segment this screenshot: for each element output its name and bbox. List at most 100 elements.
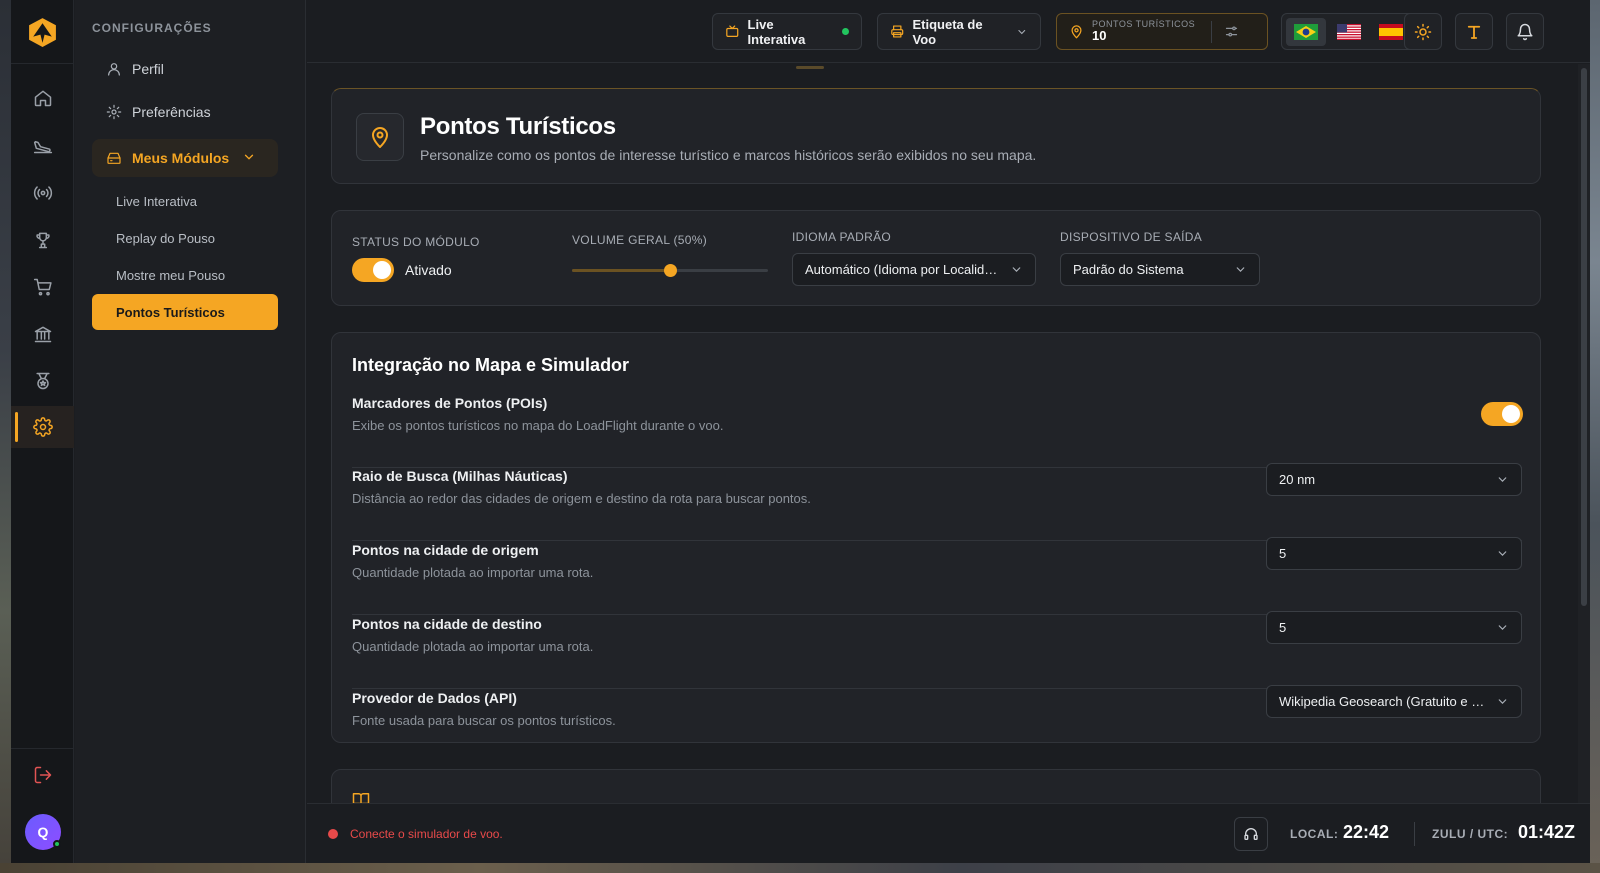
- sidebar-subitem-replay-do-pouso[interactable]: Replay do Pouso: [92, 220, 278, 256]
- etiqueta-de-voo-dropdown[interactable]: Etiqueta de Voo: [877, 13, 1041, 50]
- usa-flag-icon: [1336, 23, 1361, 40]
- flag-pt[interactable]: [1286, 17, 1326, 46]
- destination-count-select[interactable]: 5: [1266, 611, 1522, 644]
- font-size-button[interactable]: [1455, 13, 1493, 50]
- markers-toggle[interactable]: [1481, 402, 1523, 426]
- rail-bank[interactable]: [11, 313, 74, 355]
- poi-divider: [1211, 20, 1213, 43]
- module-status-label: STATUS DO MÓDULO: [352, 235, 480, 249]
- chevron-down-icon: [1236, 267, 1245, 272]
- setting-description: Exibe os pontos turísticos no mapa do Lo…: [352, 418, 724, 433]
- chevron-down-icon: [1498, 699, 1507, 704]
- medal-icon: [35, 372, 50, 390]
- app-logo-icon[interactable]: [26, 16, 59, 49]
- main-content: Pontos Turísticos Personalize como os po…: [307, 64, 1590, 803]
- drag-handle[interactable]: [796, 66, 824, 69]
- page-subtitle: Personalize como os pontos de interesse …: [420, 147, 1037, 163]
- logout-icon: [34, 766, 51, 784]
- radius-select[interactable]: 20 nm: [1266, 463, 1522, 496]
- module-status-toggle[interactable]: [352, 258, 394, 282]
- chevron-down-icon: [1498, 477, 1507, 482]
- sidebar-subitem-label: Live Interativa: [116, 193, 197, 209]
- avatar-initial: Q: [37, 824, 49, 840]
- trophy-icon: [35, 232, 50, 249]
- rail-ranking[interactable]: [11, 219, 74, 261]
- language-select[interactable]: Automático (Idioma por Localidade): [792, 253, 1036, 286]
- setting-row-origin: Pontos na cidade de origem Quantidade pl…: [352, 537, 1522, 615]
- poi-counter: PONTOS TURÍSTICOS 10: [1092, 18, 1196, 43]
- icon-rail: Q: [11, 0, 74, 863]
- live-interativa-button[interactable]: Live Interativa: [712, 13, 862, 50]
- rail-medals[interactable]: [11, 360, 74, 402]
- spain-flag-icon: [1379, 23, 1404, 40]
- origin-count-select[interactable]: 5: [1266, 537, 1522, 570]
- user-icon: [108, 63, 120, 76]
- rail-divider-bottom: [11, 748, 74, 749]
- logout-button[interactable]: [11, 754, 74, 796]
- online-status-dot: [53, 840, 61, 848]
- sidebar-subitem-mostre-meu-pouso[interactable]: Mostre meu Pouso: [92, 257, 278, 293]
- avatar[interactable]: Q: [25, 814, 61, 850]
- sliders-icon[interactable]: [1224, 24, 1239, 39]
- main-scrollbar[interactable]: [1578, 64, 1590, 803]
- rail-store[interactable]: [11, 266, 74, 308]
- local-time-label: LOCAL:: [1290, 827, 1339, 841]
- chevron-down-icon: [1498, 625, 1507, 630]
- rail-live[interactable]: [11, 172, 74, 214]
- setting-row-markers: Marcadores de Pontos (POIs) Exibe os pon…: [352, 395, 1523, 468]
- pontos-turisticos-widget[interactable]: PONTOS TURÍSTICOS 10: [1056, 13, 1268, 50]
- provider-select-value: Wikipedia Geosearch (Gratuito e Ilimitad…: [1279, 694, 1486, 709]
- rail-home[interactable]: [11, 77, 74, 119]
- cart-icon: [33, 278, 52, 296]
- rail-settings[interactable]: [11, 406, 74, 448]
- desktop-edge-left: [0, 0, 11, 873]
- volume-slider[interactable]: [572, 264, 768, 277]
- brazil-flag-icon: [1293, 23, 1318, 40]
- scrollbar-thumb[interactable]: [1581, 68, 1587, 606]
- rail-landings[interactable]: [11, 124, 74, 166]
- sidebar-item-preferencias[interactable]: Preferências: [92, 93, 278, 131]
- theme-toggle-button[interactable]: [1404, 13, 1442, 50]
- setting-description: Distância ao redor das cidades de origem…: [352, 491, 811, 506]
- next-section-card: [331, 769, 1541, 803]
- sidebar-item-meus-modulos[interactable]: Meus Módulos: [92, 139, 278, 177]
- zulu-time-label: ZULU / UTC:: [1432, 827, 1509, 841]
- sidebar-subitem-pontos-turisticos[interactable]: Pontos Turísticos: [92, 294, 278, 330]
- chevron-down-icon: [1498, 551, 1507, 556]
- sidebar-item-perfil[interactable]: Perfil: [92, 50, 278, 88]
- volume-knob[interactable]: [664, 264, 677, 277]
- device-select[interactable]: Padrão do Sistema: [1060, 253, 1260, 286]
- support-button[interactable]: [1234, 817, 1268, 851]
- language-select-value: Automático (Idioma por Localidade): [805, 262, 1000, 277]
- device-label: DISPOSITIVO DE SAÍDA: [1060, 230, 1203, 244]
- provider-select[interactable]: Wikipedia Geosearch (Gratuito e Ilimitad…: [1266, 685, 1522, 718]
- poi-caption: PONTOS TURÍSTICOS: [1092, 18, 1196, 29]
- notifications-button[interactable]: [1506, 13, 1544, 50]
- top-bar: Live Interativa Etiqueta de Voo PONTOS T…: [307, 0, 1590, 63]
- setting-row-provider: Provedor de Dados (API) Fonte usada para…: [352, 685, 1522, 740]
- text-icon: [1467, 25, 1481, 39]
- headset-icon: [1244, 828, 1258, 840]
- setting-title: Pontos na cidade de destino: [352, 616, 542, 632]
- app-window: Q CONFIGURAÇÕES Perfil Preferências Meus…: [11, 0, 1590, 863]
- device-select-value: Padrão do Sistema: [1073, 262, 1184, 277]
- chevron-down-icon: [244, 154, 254, 160]
- map-integration-card: Integração no Mapa e Simulador Marcadore…: [331, 332, 1541, 743]
- zulu-time-value: 01:42Z: [1518, 822, 1576, 842]
- sidebar-subitem-live-interativa[interactable]: Live Interativa: [92, 183, 278, 219]
- sidebar-item-label: Preferências: [132, 104, 211, 120]
- flag-en[interactable]: [1329, 18, 1369, 46]
- settings-sidebar: CONFIGURAÇÕES Perfil Preferências Meus M…: [75, 0, 306, 863]
- origin-count-value: 5: [1279, 546, 1287, 561]
- sidebar-subitem-label: Replay do Pouso: [116, 230, 216, 246]
- module-status-value: Ativado: [405, 262, 452, 278]
- bell-icon: [1517, 23, 1533, 40]
- chevron-down-icon: [1018, 29, 1026, 34]
- language-label: IDIOMA PADRÃO: [792, 230, 892, 244]
- live-interativa-label: Live Interativa: [747, 16, 806, 47]
- setting-title: Pontos na cidade de origem: [352, 542, 539, 558]
- sun-icon: [1414, 23, 1432, 40]
- setting-title: Provedor de Dados (API): [352, 690, 517, 706]
- sidebar-subitem-label: Pontos Turísticos: [116, 304, 225, 320]
- rail-divider: [11, 63, 74, 64]
